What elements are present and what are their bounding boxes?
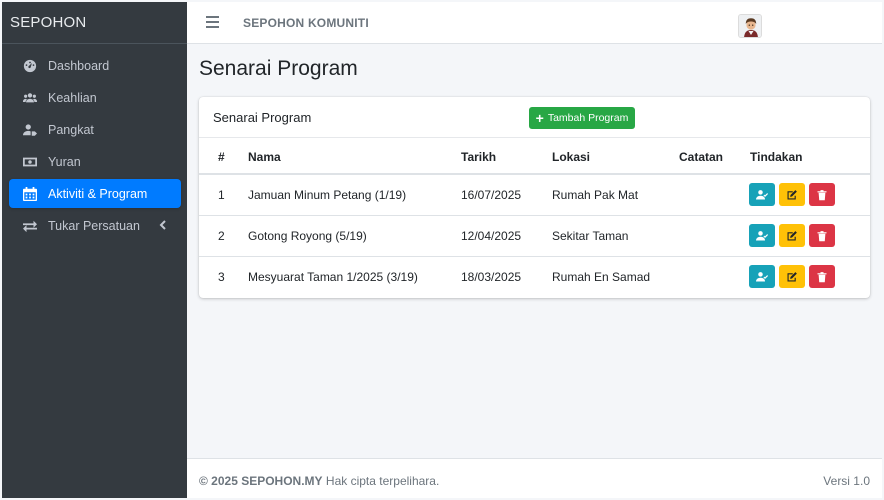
- tachometer-icon: [22, 58, 38, 74]
- page-title: Senarai Program: [199, 57, 358, 80]
- table-row: 3 Mesyuarat Taman 1/2025 (3/19) 18/03/20…: [199, 257, 870, 298]
- cell-tarikh: 16/07/2025: [461, 188, 522, 202]
- top-navbar: SEPOHON KOMUNITI: [187, 2, 882, 44]
- cell-tarikh: 12/04/2025: [461, 229, 522, 243]
- cell-tarikh: 18/03/2025: [461, 270, 522, 284]
- column-header-catatan: Catatan: [679, 150, 724, 164]
- cell-lokasi: Sekitar Taman: [552, 229, 629, 243]
- trash-icon: [817, 271, 827, 282]
- edit-icon: [787, 271, 797, 281]
- sidebar-item-tukar-persatuan[interactable]: Tukar Persatuan: [9, 211, 181, 240]
- table-row: 2 Gotong Royong (5/19) 12/04/2025 Sekita…: [199, 216, 870, 257]
- column-header-nama: Nama: [248, 150, 281, 164]
- cell-no: 1: [218, 188, 225, 202]
- app-title[interactable]: SEPOHON KOMUNITI: [243, 16, 369, 30]
- footer: © 2025 SEPOHON.MY Hak cipta terpelihara.…: [187, 458, 882, 498]
- sidebar-item-keahlian[interactable]: Keahlian: [9, 83, 181, 112]
- attendance-button[interactable]: [749, 224, 775, 247]
- program-table: # Nama Tarikh Lokasi Catatan Tindakan 1 …: [199, 138, 870, 298]
- user-tag-icon: [22, 122, 38, 138]
- edit-icon: [787, 230, 797, 240]
- exchange-icon: [22, 218, 38, 234]
- cell-no: 3: [218, 270, 225, 284]
- program-card: Senarai Program + Tambah Program # Nama …: [199, 97, 870, 298]
- sidebar-item-label: Pangkat: [48, 122, 94, 137]
- brand-text: SEPOHON: [10, 14, 87, 31]
- chevron-left-icon: [157, 219, 169, 231]
- plus-icon: +: [535, 110, 544, 126]
- calendar-icon: [22, 186, 38, 202]
- edit-button[interactable]: [779, 224, 805, 247]
- users-icon: [22, 90, 38, 106]
- row-actions: [749, 265, 835, 288]
- cell-nama: Mesyuarat Taman 1/2025 (3/19): [248, 270, 418, 284]
- sidebar-item-label: Yuran: [48, 154, 81, 169]
- app-window: SEPOHON Dashboard Keahlian Pangkat Yuran…: [2, 2, 882, 498]
- version-text: Versi 1.0: [823, 474, 870, 488]
- sidebar-item-label: Keahlian: [48, 90, 97, 105]
- copyright-text: © 2025 SEPOHON.MY: [199, 474, 323, 488]
- sidebar-item-aktiviti-program[interactable]: Aktiviti & Program: [9, 179, 181, 208]
- menu-toggle-icon[interactable]: [206, 16, 219, 28]
- cell-nama: Gotong Royong (5/19): [248, 229, 367, 243]
- sidebar: SEPOHON Dashboard Keahlian Pangkat Yuran…: [2, 2, 187, 498]
- attendance-button[interactable]: [749, 265, 775, 288]
- attendance-button[interactable]: [749, 183, 775, 206]
- brand-link[interactable]: SEPOHON: [2, 2, 187, 44]
- sidebar-item-label: Tukar Persatuan: [48, 218, 140, 233]
- money-bill-icon: [22, 154, 38, 170]
- sidebar-item-pangkat[interactable]: Pangkat: [9, 115, 181, 144]
- sidebar-item-label: Aktiviti & Program: [48, 186, 148, 201]
- cell-no: 2: [218, 229, 225, 243]
- avatar[interactable]: [738, 14, 762, 38]
- sidebar-item-dashboard[interactable]: Dashboard: [9, 51, 181, 80]
- edit-icon: [787, 189, 797, 199]
- sidebar-item-label: Dashboard: [48, 58, 110, 73]
- edit-button[interactable]: [779, 183, 805, 206]
- rights-text: Hak cipta terpelihara.: [325, 474, 440, 488]
- add-program-label: Tambah Program: [547, 112, 629, 124]
- footer-copyright: © 2025 SEPOHON.MY Hak cipta terpelihara.: [199, 474, 439, 488]
- delete-button[interactable]: [809, 224, 835, 247]
- column-header-no: #: [218, 150, 225, 164]
- row-actions: [749, 224, 835, 247]
- column-header-tarikh: Tarikh: [461, 150, 497, 164]
- table-row: 1 Jamuan Minum Petang (1/19) 16/07/2025 …: [199, 175, 870, 216]
- trash-icon: [817, 189, 827, 200]
- delete-button[interactable]: [809, 265, 835, 288]
- column-header-tindakan: Tindakan: [750, 150, 803, 164]
- cell-lokasi: Rumah En Samad: [552, 270, 651, 284]
- add-program-button[interactable]: + Tambah Program: [529, 107, 635, 129]
- column-header-lokasi: Lokasi: [552, 150, 591, 164]
- table-header-row: # Nama Tarikh Lokasi Catatan Tindakan: [199, 138, 870, 175]
- user-check-icon: [756, 189, 768, 199]
- cell-lokasi: Rumah Pak Mat: [552, 188, 639, 202]
- cell-nama: Jamuan Minum Petang (1/19): [248, 188, 407, 202]
- sidebar-item-yuran[interactable]: Yuran: [9, 147, 181, 176]
- delete-button[interactable]: [809, 183, 835, 206]
- card-title: Senarai Program: [213, 110, 312, 125]
- trash-icon: [817, 230, 827, 241]
- user-check-icon: [756, 230, 768, 240]
- edit-button[interactable]: [779, 265, 805, 288]
- card-header: Senarai Program + Tambah Program: [199, 97, 870, 138]
- row-actions: [749, 183, 835, 206]
- sidebar-nav: Dashboard Keahlian Pangkat Yuran Aktivit…: [2, 44, 187, 240]
- user-check-icon: [756, 271, 768, 281]
